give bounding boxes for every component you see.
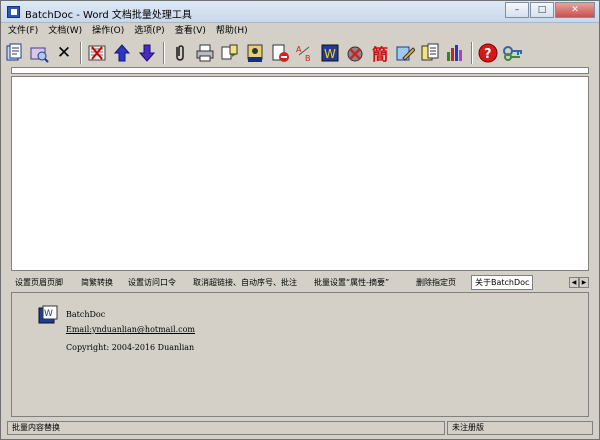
tab-simplified-traditional[interactable]: 简繁转换 <box>81 275 113 291</box>
move-down-icon[interactable] <box>136 42 158 64</box>
menu-operation[interactable]: 操作(O) <box>87 24 129 38</box>
statistics-icon[interactable] <box>444 42 466 64</box>
svg-text:W: W <box>44 309 53 319</box>
about-copyright: Copyright: 2004-2016 Duanlian <box>66 343 195 352</box>
file-list[interactable] <box>11 76 589 271</box>
svg-text:W: W <box>324 47 336 61</box>
svg-text:?: ? <box>484 47 492 62</box>
app-icon <box>7 6 20 18</box>
move-up-icon[interactable] <box>111 42 133 64</box>
remove-doc-icon[interactable] <box>269 42 291 64</box>
help-icon[interactable]: ? <box>477 42 499 64</box>
about-app-name: BatchDoc <box>66 310 106 319</box>
about-panel: W BatchDoc Email:ynduanlian@hotmail.com … <box>11 292 589 417</box>
title-bar: BatchDoc - Word 文档批量处理工具 – □ ✕ <box>1 1 599 23</box>
menu-help[interactable]: 帮助(H) <box>211 24 253 38</box>
svg-text:B: B <box>305 54 311 63</box>
menu-bar: 文件(F) 文档(W) 操作(O) 选项(P) 查看(V) 帮助(H) <box>3 24 253 38</box>
status-message: 批量内容替换 <box>7 421 445 435</box>
menu-options[interactable]: 选项(P) <box>129 24 169 38</box>
print-icon[interactable] <box>194 42 216 64</box>
file-list-header <box>11 67 589 74</box>
tab-delete-pages[interactable]: 删除指定页 <box>416 275 456 291</box>
tab-scroll-right-icon[interactable]: ▶ <box>579 277 589 288</box>
save-version-icon[interactable] <box>244 42 266 64</box>
tab-scroll-left-icon[interactable]: ◀ <box>569 277 579 288</box>
function-tabs: 设置页眉页脚 简繁转换 设置访问口令 取消超链接、自动序号、批注 批量设置“属性… <box>11 275 589 291</box>
close-button[interactable]: ✕ <box>555 2 595 18</box>
register-key-icon[interactable] <box>502 42 524 64</box>
delete-icon[interactable]: ✕ <box>53 42 75 64</box>
window-title: BatchDoc - Word 文档批量处理工具 <box>25 10 192 21</box>
status-bar: 批量内容替换 未注册版 <box>7 421 595 435</box>
tab-header-footer[interactable]: 设置页眉页脚 <box>15 275 63 291</box>
cancel-hyperlink-icon[interactable] <box>344 42 366 64</box>
maximize-button[interactable]: □ <box>530 2 554 18</box>
window-controls: – □ ✕ <box>504 2 595 18</box>
simplified-chinese-icon[interactable]: 簡 <box>369 42 391 64</box>
clear-list-icon[interactable] <box>86 42 108 64</box>
replace-text-icon[interactable]: AB <box>294 42 316 64</box>
tab-access-password[interactable]: 设置访问口令 <box>128 275 176 291</box>
toolbar-separator <box>471 42 473 64</box>
toolbar: ✕ AB W 簡 ? <box>3 39 597 67</box>
properties-icon[interactable] <box>419 42 441 64</box>
add-files-icon[interactable] <box>3 42 25 64</box>
convert-icon[interactable] <box>219 42 241 64</box>
edit-doc-icon[interactable] <box>394 42 416 64</box>
menu-file[interactable]: 文件(F) <box>3 24 43 38</box>
svg-text:A: A <box>296 45 302 54</box>
minimize-button[interactable]: – <box>505 2 529 18</box>
toolbar-separator <box>163 42 165 64</box>
tab-scroll-buttons: ◀ ▶ <box>569 277 589 288</box>
tab-about[interactable]: 关于BatchDoc <box>471 275 534 290</box>
word-doc-icon[interactable]: W <box>319 42 341 64</box>
menu-view[interactable]: 查看(V) <box>170 24 211 38</box>
attach-icon[interactable] <box>169 42 191 64</box>
tab-cancel-hyperlinks[interactable]: 取消超链接、自动序号、批注 <box>193 275 297 291</box>
menu-document[interactable]: 文档(W) <box>43 24 87 38</box>
tab-properties-summary[interactable]: 批量设置“属性-摘要” <box>314 275 389 291</box>
batchdoc-logo-icon: W <box>38 305 58 325</box>
add-folder-icon[interactable] <box>28 42 50 64</box>
toolbar-separator <box>80 42 82 64</box>
about-email-link[interactable]: Email:ynduanlian@hotmail.com <box>66 325 195 334</box>
registration-status: 未注册版 <box>447 421 593 435</box>
main-window: BatchDoc - Word 文档批量处理工具 – □ ✕ 文件(F) 文档(… <box>0 0 600 440</box>
